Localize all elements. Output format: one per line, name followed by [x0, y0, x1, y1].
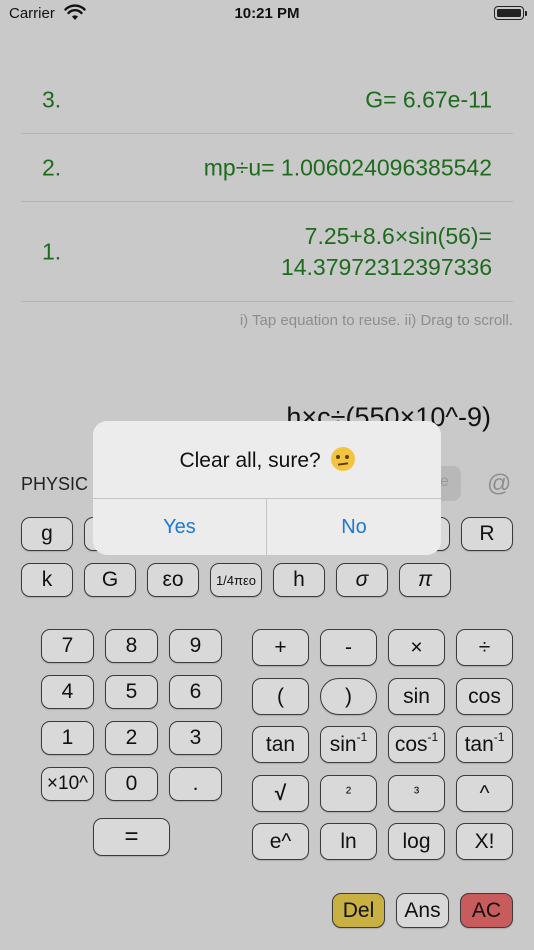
- key-5[interactable]: 5: [105, 675, 158, 709]
- key-times-ten-power[interactable]: ×10^: [41, 767, 94, 801]
- clear-all-alert: Clear all, sure? Yes No: [93, 421, 441, 555]
- key-power[interactable]: ^: [456, 775, 513, 812]
- key-label: tan: [464, 732, 494, 756]
- key-exp[interactable]: e^: [252, 823, 309, 860]
- key-tan[interactable]: tan: [252, 726, 309, 763]
- key-minus[interactable]: -: [320, 629, 377, 666]
- key-open-paren[interactable]: (: [252, 678, 309, 715]
- history-row[interactable]: 2. mp÷u= 1.006024096385542: [21, 134, 513, 202]
- key-sqrt[interactable]: √: [252, 775, 309, 812]
- key-4[interactable]: 4: [41, 675, 94, 709]
- alert-no-button[interactable]: No: [267, 499, 441, 555]
- key-close-paren[interactable]: ): [320, 678, 377, 715]
- key-label: cos: [394, 732, 428, 756]
- history-index: 2.: [42, 154, 62, 180]
- history-equation[interactable]: mp÷u= 1.006024096385542: [204, 152, 492, 183]
- key-arctan[interactable]: tan -1: [456, 726, 513, 763]
- const-pi-button[interactable]: π: [399, 563, 451, 597]
- key-0[interactable]: 0: [105, 767, 158, 801]
- key-1[interactable]: 1: [41, 721, 94, 755]
- key-arccos[interactable]: cos -1: [388, 726, 445, 763]
- alert-yes-button[interactable]: Yes: [93, 499, 266, 555]
- const-sigma-button[interactable]: σ: [336, 563, 388, 597]
- key-6[interactable]: 6: [169, 675, 222, 709]
- history-index: 3.: [42, 86, 62, 112]
- history-index: 1.: [42, 238, 62, 264]
- all-clear-button[interactable]: AC: [460, 893, 513, 928]
- history-equation[interactable]: G= 6.67e-11: [365, 84, 492, 115]
- inverse-superscript: -1: [493, 729, 505, 744]
- history-hint: i) Tap equation to reuse. ii) Drag to sc…: [239, 312, 513, 329]
- key-square[interactable]: ²: [320, 775, 377, 812]
- const-k-button[interactable]: k: [21, 563, 73, 597]
- key-decimal[interactable]: .: [169, 767, 222, 801]
- raised-eyebrow-emoji-icon: [330, 447, 355, 471]
- key-cube[interactable]: ³: [388, 775, 445, 812]
- key-equals[interactable]: =: [93, 818, 170, 856]
- key-3[interactable]: 3: [169, 721, 222, 755]
- delete-button[interactable]: Del: [332, 893, 385, 928]
- answer-button[interactable]: Ans: [396, 893, 449, 928]
- history-equation[interactable]: 7.25+8.6×sin(56)= 14.37972312397336: [281, 221, 492, 283]
- key-ln[interactable]: ln: [320, 823, 377, 860]
- alert-title: Clear all, sure?: [93, 447, 441, 473]
- at-icon[interactable]: @: [487, 470, 511, 498]
- const-g-button[interactable]: g: [21, 517, 73, 551]
- const-coulomb-button[interactable]: 1/4πεo: [210, 563, 262, 597]
- key-log[interactable]: log: [388, 823, 445, 860]
- key-plus[interactable]: +: [252, 629, 309, 666]
- inverse-superscript: -1: [356, 729, 368, 744]
- inverse-superscript: -1: [427, 729, 439, 744]
- history-row[interactable]: 3. G= 6.67e-11: [21, 66, 513, 134]
- mode-label: PHYSIC: [21, 474, 89, 494]
- clock: 10:21 PM: [234, 5, 300, 22]
- key-sin[interactable]: sin: [388, 678, 445, 715]
- mode-toggle-partial[interactable]: e: [440, 466, 461, 501]
- key-2[interactable]: 2: [105, 721, 158, 755]
- key-label: sin: [329, 732, 357, 756]
- key-cos[interactable]: cos: [456, 678, 513, 715]
- key-factorial[interactable]: X!: [456, 823, 513, 860]
- battery-icon: [494, 6, 527, 20]
- key-divide[interactable]: ÷: [456, 629, 513, 666]
- key-multiply[interactable]: ×: [388, 629, 445, 666]
- const-epsilon0-button[interactable]: εo: [147, 563, 199, 597]
- history-row[interactable]: 1. 7.25+8.6×sin(56)= 14.37972312397336: [21, 202, 513, 302]
- const-r-button[interactable]: R: [461, 517, 513, 551]
- key-7[interactable]: 7: [41, 629, 94, 663]
- status-bar: Carrier 10:21 PM: [0, 0, 534, 30]
- key-arcsin[interactable]: sin -1: [320, 726, 377, 763]
- history-list[interactable]: 3. G= 6.67e-11 2. mp÷u= 1.00602409638554…: [21, 66, 513, 302]
- alert-title-text: Clear all, sure?: [179, 449, 321, 472]
- key-8[interactable]: 8: [105, 629, 158, 663]
- const-h-button[interactable]: h: [273, 563, 325, 597]
- const-big-g-button[interactable]: G: [84, 563, 136, 597]
- key-9[interactable]: 9: [169, 629, 222, 663]
